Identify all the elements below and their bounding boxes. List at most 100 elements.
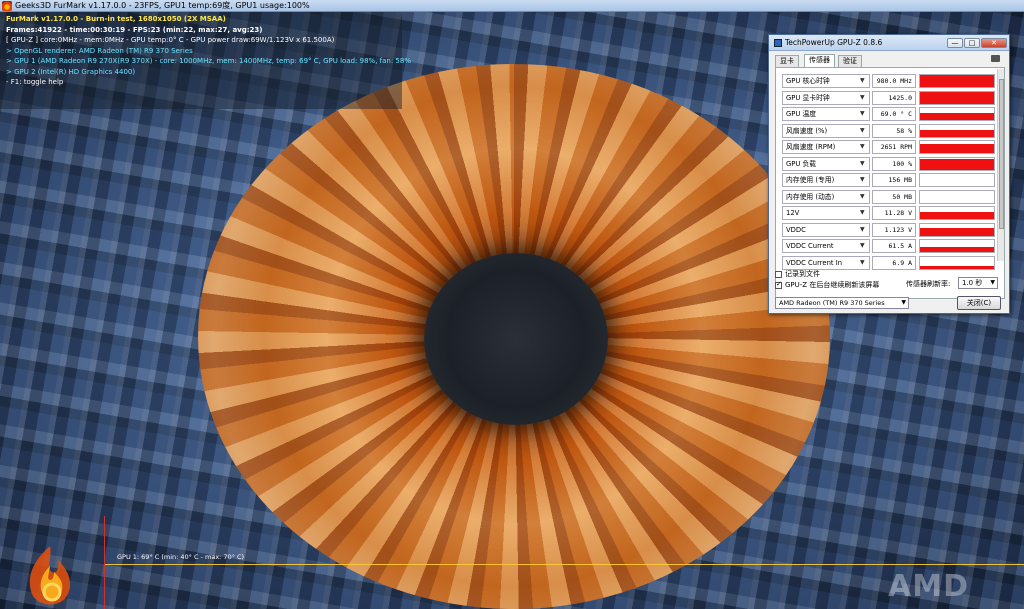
maximize-button[interactable]: □	[964, 38, 980, 48]
sensor-row: GPU 负载 ▼ 100 %	[782, 156, 995, 171]
hud-overlay: FurMark v1.17.0.0 - Burn-in test, 1680x1…	[6, 14, 411, 88]
hud-help-line: - F1: toggle help	[6, 78, 64, 86]
background-refresh-label: GPU-Z 在后台继续刷新该屏幕	[785, 281, 880, 289]
sensor-graph	[919, 123, 995, 138]
chevron-down-icon[interactable]: ▼	[860, 94, 865, 101]
furmark-app-icon	[2, 1, 12, 11]
refresh-rate-select[interactable]: 1.0 秒 ▼	[958, 277, 998, 289]
sensors-scrollbar[interactable]	[997, 69, 1004, 261]
sensor-name-select[interactable]: VDDC	[782, 222, 870, 237]
sensor-graph-fill	[920, 228, 994, 236]
sensor-graph	[919, 255, 995, 270]
sensor-graph-fill	[920, 129, 994, 137]
sensor-value: 1.123 V	[872, 222, 916, 237]
sensor-row: GPU 温度 ▼ 69.0 ° C	[782, 107, 995, 121]
hud-frames-line: Frames:41922 - time:00:30:19 - FPS:23 (m…	[6, 25, 263, 34]
refresh-rate-label: 传感器刷新率:	[906, 280, 951, 288]
chevron-down-icon[interactable]: ▼	[860, 242, 865, 249]
sensor-name-select[interactable]: GPU 核心时钟	[782, 74, 870, 88]
gpuz-window: TechPowerUp GPU-Z 0.8.6 — □ ✕ 显卡 传感器 验证 …	[768, 34, 1010, 314]
sensor-row: 风扇速度 (%) ▼ 58 %	[782, 123, 995, 138]
tab-graphics-card[interactable]: 显卡	[775, 55, 799, 67]
fur-donut-center	[424, 253, 608, 425]
sensor-name-select[interactable]: 风扇速度 (%)	[782, 123, 870, 138]
chevron-down-icon[interactable]: ▼	[860, 226, 865, 233]
chevron-down-icon[interactable]: ▼	[860, 143, 865, 150]
sensor-graph	[919, 239, 995, 253]
window-title: Geeks3D FurMark v1.17.0.0 - 23FPS, GPU1 …	[15, 1, 310, 10]
sensor-value: 61.5 A	[872, 239, 916, 253]
tab-validation[interactable]: 验证	[838, 55, 862, 67]
sensor-graph-fill	[920, 75, 994, 87]
sensor-graph-fill	[920, 159, 994, 170]
sensor-row: VDDC Current In ▼ 6.9 A	[782, 255, 995, 270]
log-to-file-box[interactable]	[775, 270, 782, 278]
close-button[interactable]: 关闭(C)	[957, 296, 1001, 310]
screenshot-camera-icon[interactable]	[991, 55, 1000, 62]
chevron-down-icon[interactable]: ▼	[860, 77, 865, 84]
sensor-graph	[919, 206, 995, 220]
gpuz-tabs: 显卡 传感器 验证	[775, 54, 1005, 67]
sensor-graph	[919, 74, 995, 88]
background-refresh-checkbox[interactable]: GPU-Z 在后台继续刷新该屏幕	[775, 280, 879, 290]
background-refresh-box[interactable]	[775, 280, 782, 289]
sensor-graph-fill	[920, 91, 994, 104]
sensor-graph-fill	[920, 265, 994, 269]
sensor-name-select[interactable]: 12V	[782, 206, 870, 220]
chevron-down-icon[interactable]: ▼	[860, 160, 865, 167]
sensor-graph-fill	[920, 246, 994, 252]
sensor-value: 50 MB	[872, 189, 916, 204]
chevron-down-icon: ▼	[990, 279, 995, 286]
sensor-row: 内存使用 (动态) ▼ 50 MB	[782, 189, 995, 204]
tab-sensors[interactable]: 传感器	[804, 54, 835, 67]
sensor-name-select[interactable]: 内存使用 (专用)	[782, 173, 870, 187]
sensor-graph	[919, 156, 995, 171]
log-to-file-label: 记录到文件	[785, 270, 820, 278]
chevron-down-icon[interactable]: ▼	[860, 176, 865, 183]
sensor-name-select[interactable]: VDDC Current	[782, 239, 870, 253]
sensor-row: VDDC ▼ 1.123 V	[782, 222, 995, 237]
refresh-rate-value: 1.0 秒	[962, 279, 983, 287]
close-window-button[interactable]: ✕	[981, 38, 1007, 48]
hud-title-line: FurMark v1.17.0.0 - Burn-in test, 1680x1…	[6, 15, 226, 23]
sensor-row: 风扇速度 (RPM) ▼ 2651 RPM	[782, 140, 995, 154]
sensor-graph	[919, 222, 995, 237]
sensor-graph-fill	[920, 211, 994, 219]
sensor-graph	[919, 140, 995, 154]
chevron-down-icon[interactable]: ▼	[860, 110, 865, 117]
sensor-name-select[interactable]: GPU 温度	[782, 107, 870, 121]
temperature-graph-line	[105, 564, 1024, 565]
chevron-down-icon[interactable]: ▼	[860, 259, 865, 266]
minimize-button[interactable]: —	[947, 38, 963, 48]
hud-gpu1-line: > GPU 1 (AMD Radeon R9 270X(R9 370X) - c…	[6, 57, 411, 65]
sensor-row: 内存使用 (专用) ▼ 156 MB	[782, 173, 995, 187]
chevron-down-icon[interactable]: ▼	[860, 209, 865, 216]
sensor-graph	[919, 173, 995, 187]
temperature-graph-label: GPU 1: 69° C (min: 40° C - max: 70° C)	[117, 553, 245, 561]
gpuz-app-icon	[774, 39, 782, 47]
sensor-graph	[919, 90, 995, 105]
log-to-file-checkbox[interactable]: 记录到文件	[775, 269, 820, 279]
sensor-graph-fill	[920, 144, 994, 153]
sensors-panel: GPU 核心时钟▼980.0 MHzGPU 显卡时钟▼1425.0 MHzGPU…	[775, 67, 1005, 299]
sensor-name-select[interactable]: VDDC Current In	[782, 255, 870, 270]
sensor-name-select[interactable]: 内存使用 (动态)	[782, 189, 870, 204]
gpuz-titlebar[interactable]: TechPowerUp GPU-Z 0.8.6 — □ ✕	[769, 35, 1009, 51]
sensor-value: 69.0 ° C	[872, 107, 916, 121]
sensor-name-select[interactable]: GPU 显卡时钟	[782, 90, 870, 105]
hud-renderer-line: > OpenGL renderer: AMD Radeon (TM) R9 37…	[6, 46, 193, 55]
sensor-value: 1425.0 MHz	[872, 90, 916, 114]
sensor-graph	[919, 189, 995, 204]
sensor-value: 100 %	[872, 156, 916, 171]
amd-logo: AMD	[888, 569, 969, 604]
sensor-name-select[interactable]: 风扇速度 (RPM)	[782, 140, 870, 154]
sensor-name-select[interactable]: GPU 负载	[782, 156, 870, 171]
chevron-down-icon[interactable]: ▼	[860, 193, 865, 200]
chevron-down-icon[interactable]: ▼	[860, 127, 865, 134]
gpu-select-value: AMD Radeon (TM) R9 370 Series	[779, 299, 885, 307]
sensors-scrollbar-thumb[interactable]	[999, 79, 1004, 229]
sensor-graph-fill	[920, 113, 994, 120]
window-titlebar: Geeks3D FurMark v1.17.0.0 - 23FPS, GPU1 …	[0, 0, 1024, 12]
gpu-select[interactable]: AMD Radeon (TM) R9 370 Series ▼	[775, 297, 909, 309]
sensor-graph	[919, 107, 995, 121]
